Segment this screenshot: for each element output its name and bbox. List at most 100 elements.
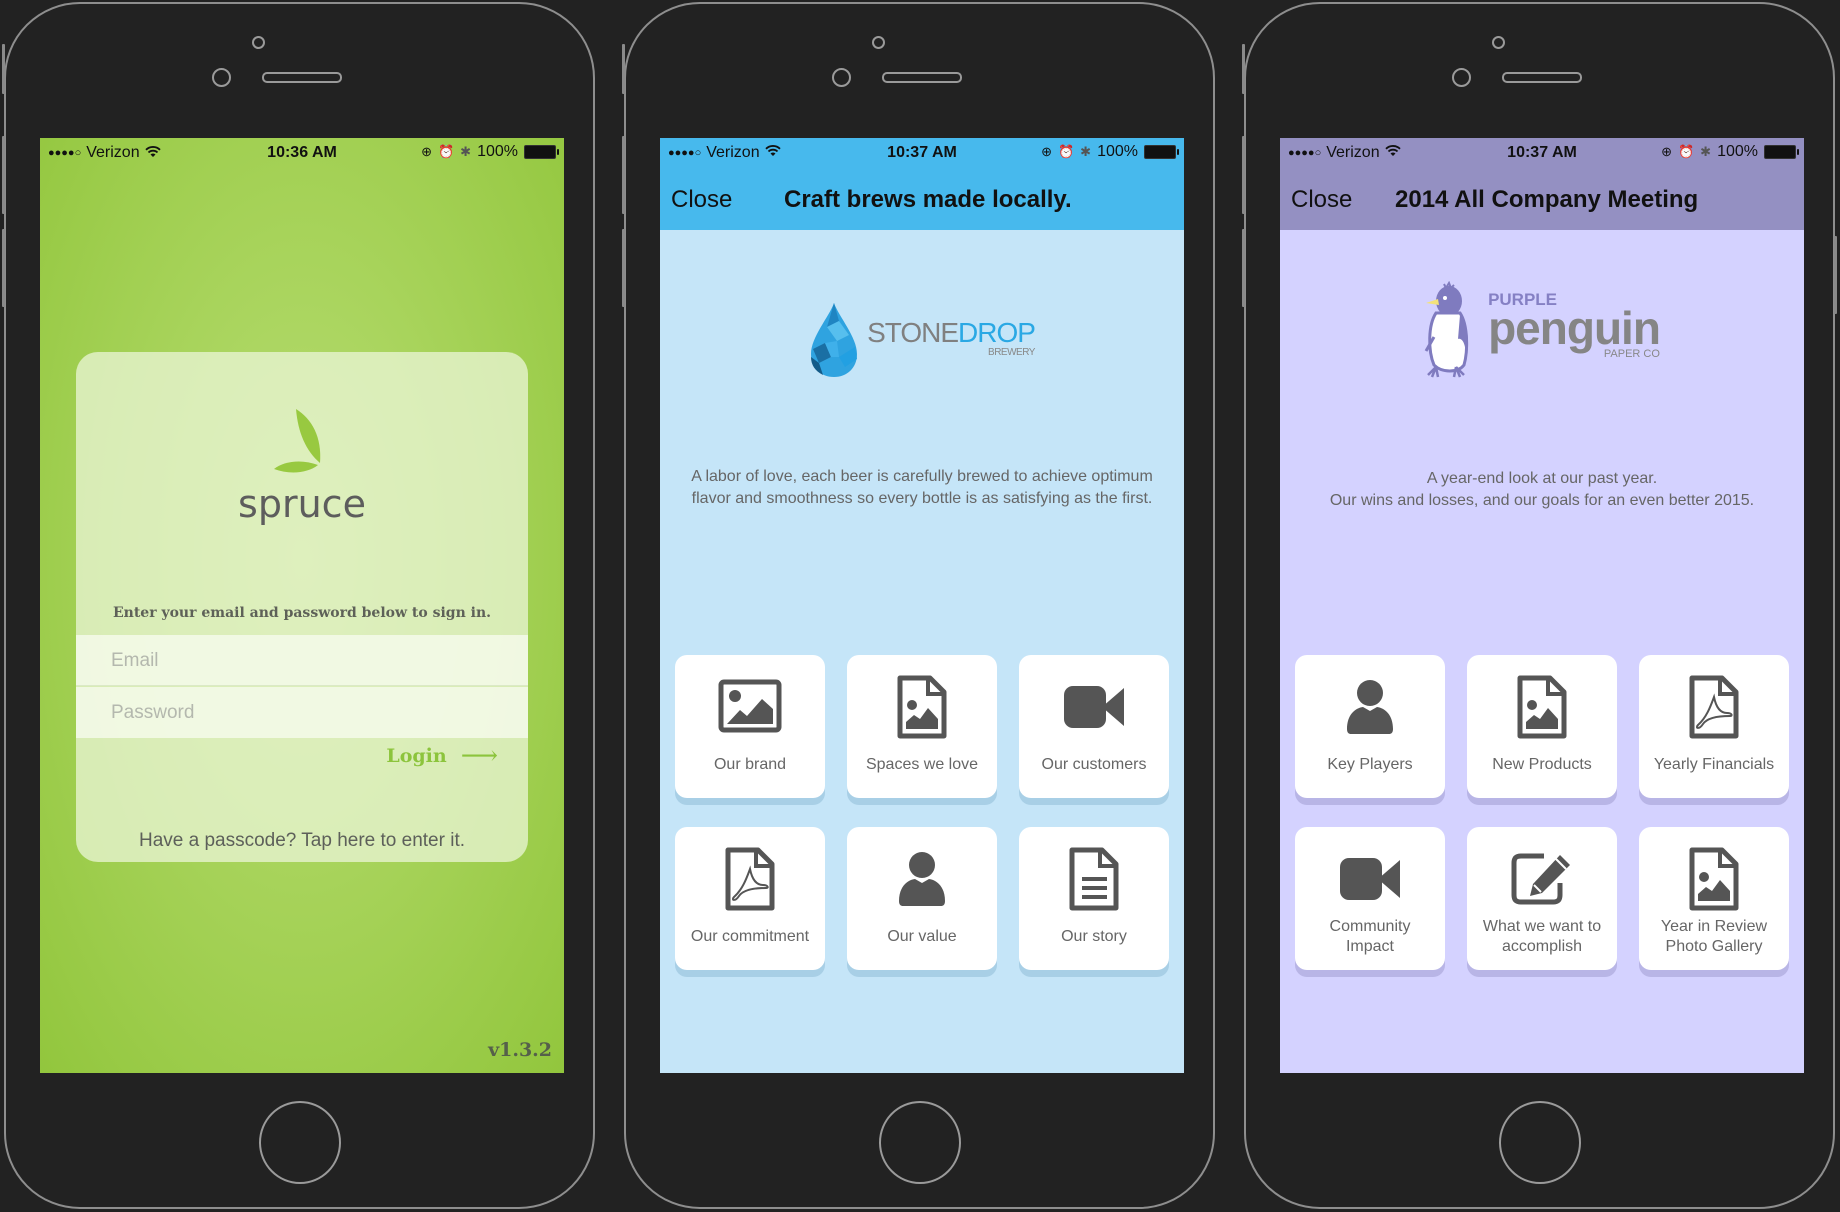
edit-pencil-icon [1510, 851, 1574, 907]
alarm-icon: ⏰ [1677, 144, 1695, 159]
status-bar: ●●●●○ Verizon 10:37 AM ⊕ ⏰ ✱ 100% [660, 138, 1184, 168]
description-line: A labor of love, each beer is carefully … [691, 468, 1153, 507]
bluetooth-icon: ✱ [460, 144, 472, 159]
earpiece-speaker [882, 72, 962, 83]
power-button [1834, 236, 1837, 314]
video-camera-icon [1338, 856, 1402, 902]
tile-label: Year in Review Photo Gallery [1660, 918, 1768, 955]
mute-switch [2, 44, 5, 94]
volume-up-button [2, 136, 5, 214]
home-button[interactable] [1499, 1101, 1581, 1184]
front-camera [832, 68, 851, 87]
water-drop-icon [811, 303, 858, 377]
battery-icon [1764, 145, 1799, 159]
login-button[interactable]: Login ⟶ [386, 743, 498, 769]
pdf-file-icon [1688, 675, 1740, 739]
battery-icon [524, 145, 559, 159]
alarm-icon: ⏰ [437, 144, 455, 159]
close-button[interactable]: Close [671, 186, 732, 214]
tile-label: Community Impact [1329, 918, 1411, 955]
close-button[interactable]: Close [1291, 186, 1352, 214]
home-button[interactable] [879, 1101, 961, 1184]
description-line: A year-end look at our past year. [1426, 470, 1658, 487]
tile-label: Our customers [1041, 756, 1147, 773]
status-bar: ●●●●○ Verizon 10:37 AM ⊕ ⏰ ✱ 100% [1280, 138, 1804, 168]
tile-label: Key Players [1327, 756, 1413, 773]
image-file-icon [1688, 847, 1740, 911]
page-title: 2014 All Company Meeting [1395, 186, 1699, 213]
image-file-icon [896, 675, 948, 739]
user-icon [1345, 679, 1395, 735]
tile-yearly-financials[interactable]: Yearly Financials [1639, 655, 1789, 798]
pdf-file-icon [724, 847, 776, 911]
tile-new-products[interactable]: New Products [1467, 655, 1617, 798]
mute-switch [1242, 44, 1245, 94]
tile-community-impact[interactable]: Community Impact [1295, 827, 1445, 970]
front-camera [212, 68, 231, 87]
passcode-link[interactable]: Have a passcode? Tap here to enter it. [76, 830, 528, 852]
battery-icon [1144, 145, 1179, 159]
tile-label: Our story [1061, 928, 1127, 945]
status-bar: ●●●●○ Verizon 10:36 AM ⊕ ⏰ ✱ 100% [40, 138, 564, 168]
description: A labor of love, each beer is carefully … [680, 466, 1164, 510]
volume-down-button [2, 229, 5, 307]
bluetooth-icon: ✱ [1700, 144, 1712, 159]
volume-up-button [1242, 136, 1245, 214]
tile-label: Our commitment [690, 928, 810, 945]
purple-penguin-logo: PURPLE penguin PAPER CO [1280, 275, 1804, 385]
content-area: STONEDROP BREWERY A labor of love, each … [660, 230, 1184, 1073]
proximity-sensor [872, 36, 885, 49]
tile-label: What we want to accomplish [1482, 918, 1602, 955]
volume-down-button [1242, 229, 1245, 307]
earpiece-speaker [262, 72, 342, 83]
tile-label: Spaces we love [865, 756, 979, 773]
rotation-lock-icon: ⊕ [421, 144, 432, 159]
image-file-icon [1516, 675, 1568, 739]
tile-year-in-review-photo-gallery[interactable]: Year in Review Photo Gallery [1639, 827, 1789, 970]
mute-switch [622, 44, 625, 94]
battery-percent: 100% [1097, 143, 1138, 160]
tile-our-story[interactable]: Our story [1019, 827, 1169, 970]
penguin-icon [1424, 281, 1469, 378]
tile-spaces-we-love[interactable]: Spaces we love [847, 655, 997, 798]
screen-spruce-login: ●●●●○ Verizon 10:36 AM ⊕ ⏰ ✱ 100% spruce… [40, 138, 564, 1073]
email-field[interactable] [76, 635, 528, 686]
tile-what-we-want-to-accomplish[interactable]: What we want to accomplish [1467, 827, 1617, 970]
spruce-wordmark: spruce [238, 482, 366, 526]
bluetooth-icon: ✱ [1080, 144, 1092, 159]
tile-label: New Products [1492, 756, 1592, 773]
tile-label: Our brand [713, 756, 787, 773]
rotation-lock-icon: ⊕ [1661, 144, 1672, 159]
tile-our-brand[interactable]: Our brand [675, 655, 825, 798]
nav-header: Close Craft brews made locally. [660, 168, 1184, 230]
tile-our-commitment[interactable]: Our commitment [675, 827, 825, 970]
image-icon [717, 679, 783, 735]
tile-label: Our value [887, 928, 957, 945]
spruce-logo: spruce [76, 407, 528, 526]
login-label: Login [386, 745, 447, 767]
screen-stonedrop: ●●●●○ Verizon 10:37 AM ⊕ ⏰ ✱ 100% Close … [660, 138, 1184, 1073]
tile-our-customers[interactable]: Our customers [1019, 655, 1169, 798]
user-icon [897, 851, 947, 907]
battery-percent: 100% [477, 143, 518, 160]
tile-key-players[interactable]: Key Players [1295, 655, 1445, 798]
alarm-icon: ⏰ [1057, 144, 1075, 159]
tile-label: Yearly Financials [1653, 756, 1775, 773]
text-document-icon [1068, 847, 1120, 911]
leaf-icon [274, 409, 321, 473]
tile-grid: Our brand Spaces we love Our customers O… [675, 655, 1171, 970]
proximity-sensor [252, 36, 265, 49]
version-label: v1.3.2 [488, 1039, 552, 1061]
tile-our-value[interactable]: Our value [847, 827, 997, 970]
description-line: Our wins and losses, and our goals for a… [1329, 492, 1755, 509]
home-button[interactable] [259, 1101, 341, 1184]
video-camera-icon [1062, 684, 1126, 730]
volume-up-button [622, 136, 625, 214]
volume-down-button [622, 229, 625, 307]
stonedrop-logo: STONEDROP BREWERY [660, 290, 1184, 390]
page-title: Craft brews made locally. [784, 186, 1072, 213]
rotation-lock-icon: ⊕ [1041, 144, 1052, 159]
login-card: spruce Enter your email and password bel… [76, 352, 528, 862]
earpiece-speaker [1502, 72, 1582, 83]
password-field[interactable] [76, 687, 528, 738]
